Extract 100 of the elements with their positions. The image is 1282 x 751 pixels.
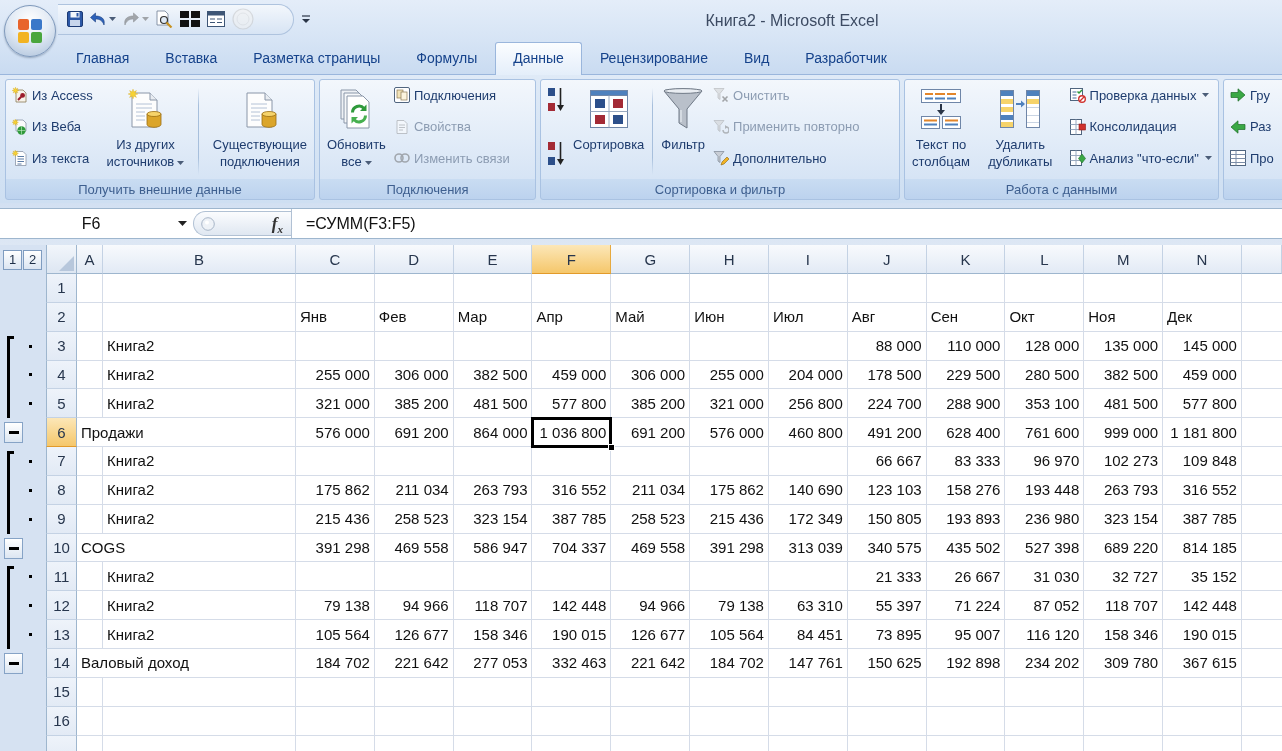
triangle-icon	[59, 256, 74, 271]
sheet-cell-text: Дек	[1166, 307, 1194, 328]
ribbon-button[interactable]: Обновить все	[324, 82, 389, 179]
column-header[interactable]: J	[847, 245, 927, 274]
toolbar-button[interactable]	[90, 12, 116, 26]
column-header[interactable]: E	[453, 245, 533, 274]
ribbon-tab[interactable]: Разметка страницы	[235, 44, 399, 75]
ribbon-button[interactable]: Из других источников	[103, 82, 188, 179]
ribbon-button[interactable]: Подключения	[391, 83, 499, 107]
toolbar-button[interactable]	[207, 11, 225, 27]
toolbar-button[interactable]	[156, 10, 173, 28]
ribbon-button[interactable]: Дополнительно	[711, 146, 829, 170]
row-header[interactable]: 4	[46, 360, 77, 390]
sheet-cell-text: Книга2	[106, 624, 156, 645]
row-header[interactable]: 6	[46, 418, 77, 448]
ribbon-button[interactable]: Про	[1228, 146, 1276, 170]
row-header[interactable]: 7	[46, 447, 77, 476]
column-header[interactable]: H	[690, 245, 769, 274]
fill-handle[interactable]	[608, 444, 616, 452]
ribbon-button[interactable]: Из Веба	[10, 114, 84, 139]
outline-level-button[interactable]: 1	[3, 249, 22, 270]
undo-icon	[90, 12, 106, 26]
column-header[interactable]: C	[296, 245, 375, 274]
column-header[interactable]: I	[768, 245, 848, 274]
sort-ascending-icon[interactable]	[547, 87, 565, 112]
ribbon-button[interactable]: Анализ "что-если"	[1067, 146, 1214, 170]
ribbon-button[interactable]: Текст по столбцам	[909, 82, 973, 179]
sheet-cell-text: 255 000	[314, 364, 371, 385]
sheet-cell-text: 55 397	[874, 595, 923, 616]
sheet-cell-text: 172 349	[787, 509, 844, 530]
column-header[interactable]: A	[77, 245, 103, 274]
ribbon-button[interactable]: Фильтр	[658, 82, 709, 179]
row-header[interactable]: 12	[46, 591, 77, 621]
row-header[interactable]: 14	[46, 648, 77, 678]
funnel-x-icon	[713, 87, 730, 103]
row-header[interactable]: 1	[46, 274, 77, 303]
ribbon-tab[interactable]: Разработчик	[787, 44, 905, 75]
ribbon-button[interactable]: Из текста	[10, 146, 92, 170]
row-header[interactable]: 2	[46, 302, 77, 332]
ribbon-button[interactable]: Гру	[1228, 83, 1272, 107]
outline-level-button[interactable]: 2	[23, 249, 42, 270]
sheet-cell-text: 306 000	[393, 364, 450, 385]
sheet-cell-text: 73 895	[874, 624, 923, 645]
column-header[interactable]: B	[103, 245, 296, 274]
sort-descending-icon[interactable]	[547, 141, 565, 166]
row-header[interactable]: 15	[46, 677, 77, 707]
row-header[interactable]: 10	[46, 533, 77, 563]
collapse-button[interactable]	[4, 652, 23, 674]
row-header[interactable]: 11	[46, 562, 77, 592]
sheet-cell-text: 628 400	[945, 422, 1002, 443]
app-menu-button[interactable]	[4, 5, 56, 57]
column-header[interactable]: L	[1005, 245, 1085, 274]
sheet-cell-text: 102 273	[1102, 451, 1160, 472]
column-header[interactable]: G	[611, 245, 691, 274]
sheet-cell-text: Мар	[456, 307, 488, 328]
column-header[interactable]: D	[374, 245, 454, 274]
toolbar-button[interactable]	[180, 11, 200, 27]
ribbon-button[interactable]: Проверка данных	[1067, 83, 1212, 107]
sheet-cell-text: 221 642	[393, 653, 450, 674]
ribbon-button[interactable]: Раз	[1228, 114, 1274, 139]
row-header[interactable]: 16	[46, 706, 77, 736]
sheet-cell-text: 94 966	[638, 595, 687, 616]
formula-field[interactable]: =СУММ(F3:F5)	[291, 209, 1282, 238]
collapse-button[interactable]	[4, 422, 23, 444]
sheet-cell-text: Книга2	[106, 393, 156, 414]
row-header[interactable]: 13	[46, 620, 77, 649]
name-box[interactable]: F6	[0, 209, 193, 238]
column-header[interactable]: N	[1163, 245, 1242, 274]
sheet-cell-text: 459 000	[1181, 364, 1238, 385]
ribbon-tab[interactable]: Данные	[495, 42, 582, 75]
ribbon-tab[interactable]: Вид	[726, 44, 788, 75]
collapse-button[interactable]	[4, 537, 23, 559]
insert-function-button[interactable]: f$_{x}$	[269, 213, 285, 234]
column-header[interactable]: M	[1084, 245, 1164, 274]
caret-icon	[142, 17, 149, 21]
row-header[interactable]: 5	[46, 389, 77, 419]
sheet-cell-text: 175 862	[314, 480, 371, 501]
ribbon-button[interactable]: Консолидация	[1067, 114, 1179, 139]
ribbon-tab[interactable]: Формулы	[398, 44, 496, 75]
ribbon-tab[interactable]: Вставка	[147, 44, 236, 75]
caret-icon	[109, 17, 116, 21]
ribbon-button[interactable]: Сортировка	[570, 82, 648, 179]
row-header[interactable]: 3	[46, 331, 77, 361]
toolbar-button[interactable]	[67, 11, 83, 27]
sheet-cell-text: 35 152	[1190, 566, 1238, 587]
sheet-cell-text: 142 448	[1181, 595, 1238, 616]
row-header[interactable]: 9	[46, 504, 77, 534]
row-header[interactable]: 8	[46, 475, 77, 505]
customize-caret-icon[interactable]	[302, 15, 310, 23]
ribbon-button[interactable]: Существующие подключения	[209, 82, 310, 179]
column-header[interactable]: K	[926, 245, 1006, 274]
column-header[interactable]: F	[532, 245, 612, 274]
sheet-cell-text: 391 298	[314, 538, 371, 558]
window-title: Книга2 - Microsoft Excel	[705, 12, 879, 30]
ribbon-tab[interactable]: Рецензирование	[581, 44, 726, 75]
ribbon-button[interactable]: Удалить дубликаты	[985, 82, 1056, 179]
ribbon-button[interactable]: Из Access	[10, 83, 95, 107]
ribbon-tab[interactable]: Главная	[58, 44, 148, 75]
sheet-cell-text: 704 337	[551, 538, 608, 558]
caret-icon[interactable]	[178, 221, 187, 226]
